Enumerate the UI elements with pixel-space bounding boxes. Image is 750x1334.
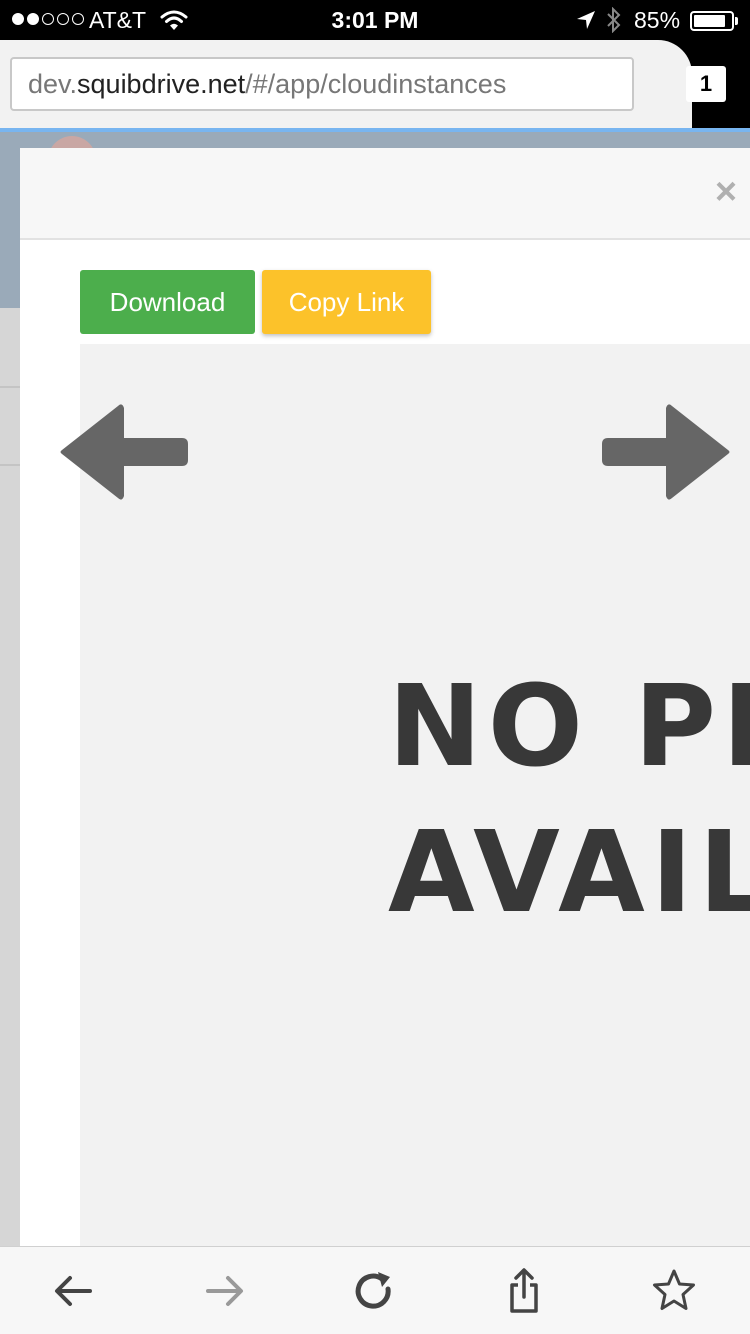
tab-switcher-button[interactable]: 1 [686, 66, 726, 102]
battery-icon [690, 11, 738, 31]
battery-percentage: 85% [634, 7, 681, 33]
no-preview-line-2: AVAILABLE [388, 808, 750, 938]
download-button[interactable]: Download [80, 270, 255, 334]
browser-tab: dev.squibdrive.net/#/app/cloudinstances [0, 40, 692, 128]
share-icon[interactable] [500, 1267, 548, 1315]
url-path: /#/app/cloudinstances [245, 69, 507, 99]
close-button[interactable]: × [708, 173, 744, 211]
no-preview-message: NO PREVIEW AVAILABLE [388, 654, 750, 946]
copy-link-button[interactable]: Copy Link [262, 270, 431, 334]
previous-arrow-icon[interactable] [58, 402, 190, 502]
back-icon[interactable] [50, 1267, 98, 1315]
status-bar: AT&T 3:01 PM 85% [0, 0, 750, 40]
url-field[interactable]: dev.squibdrive.net/#/app/cloudinstances [10, 57, 634, 111]
url-prefix: dev. [28, 69, 78, 99]
no-preview-line-1: NO PREVIEW [388, 662, 750, 792]
forward-icon[interactable] [200, 1267, 248, 1315]
bookmark-star-icon[interactable] [650, 1267, 698, 1315]
browser-toolbar: dev.squibdrive.net/#/app/cloudinstances … [0, 40, 750, 128]
bluetooth-icon [607, 7, 621, 33]
modal-header: × [20, 148, 750, 240]
file-preview-modal: × Download Copy Link NO PREVIEW AVAILABL… [20, 148, 750, 1246]
browser-bottom-toolbar [0, 1246, 750, 1334]
location-arrow-icon [577, 11, 595, 29]
reload-icon[interactable] [350, 1267, 398, 1315]
next-arrow-icon[interactable] [600, 402, 732, 502]
url-domain: squibdrive.net [77, 69, 246, 99]
